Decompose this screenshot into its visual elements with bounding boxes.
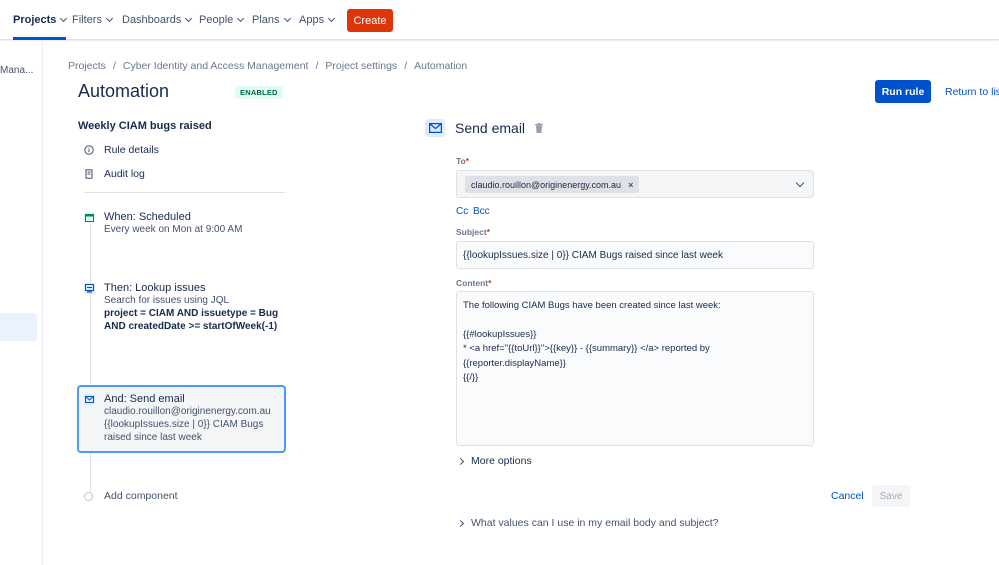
component-description: claudio.rouillon@originenergy.com.au: [104, 406, 271, 417]
breadcrumb-projects[interactable]: Projects: [68, 60, 106, 72]
nav-people[interactable]: People: [199, 0, 245, 40]
help-values-label: What values can I use in my email body a…: [471, 517, 719, 529]
project-sidebar: Mana...: [0, 41, 43, 565]
cc-link[interactable]: Cc: [456, 206, 468, 217]
breadcrumb-project[interactable]: Cyber Identity and Access Management: [123, 60, 309, 72]
remove-tag-icon[interactable]: ×: [628, 180, 633, 190]
info-icon: [84, 145, 94, 155]
nav-dashboards[interactable]: Dashboards: [122, 0, 193, 40]
component-description: Every week on Mon at 9:00 AM: [104, 224, 243, 235]
chevron-down-icon: [185, 14, 193, 23]
add-component-label: Add component: [104, 490, 178, 502]
send-email-title: Send email: [455, 120, 526, 136]
chevron-down-icon: [283, 14, 291, 23]
chevron-right-icon: [456, 519, 465, 527]
divider: [84, 192, 285, 193]
top-navigation: Projects Filters Dashboards People Plans…: [0, 0, 999, 40]
more-options-toggle[interactable]: More options: [456, 455, 532, 467]
lookup-icon: [84, 282, 95, 294]
rule-timeline: [90, 212, 91, 497]
sidebar-selected-item[interactable]: [0, 313, 37, 341]
content-label: Content*: [456, 278, 492, 288]
trigger-component[interactable]: When: Scheduled Every week on Mon at 9:0…: [84, 211, 284, 236]
rule-details-link[interactable]: Rule details: [84, 144, 159, 156]
nav-label: Dashboards: [122, 14, 182, 26]
document-icon: [84, 169, 94, 179]
nav-label: People: [199, 14, 234, 26]
sidebar-project-name[interactable]: Mana...: [0, 65, 33, 76]
nav-filters[interactable]: Filters: [72, 0, 113, 40]
more-options-label: More options: [471, 455, 532, 467]
subject-input[interactable]: {{lookupIssues.size | 0}} CIAM Bugs rais…: [456, 241, 814, 269]
create-button[interactable]: Create: [347, 9, 393, 32]
breadcrumb-separator: /: [404, 60, 408, 72]
status-badge: ENABLED: [235, 86, 283, 99]
action-send-email-component[interactable]: And: Send email claudio.rouillon@origine…: [84, 393, 284, 444]
to-label: To*: [456, 156, 470, 166]
chevron-down-icon: [237, 14, 245, 23]
nav-projects[interactable]: Projects: [13, 0, 68, 40]
rule-name: Weekly CIAM bugs raised: [78, 120, 212, 132]
add-component-dot-icon: [84, 491, 93, 501]
audit-log-label: Audit log: [104, 168, 145, 180]
chevron-right-icon: [456, 457, 465, 465]
content-textarea[interactable]: The following CIAM Bugs have been create…: [456, 291, 814, 446]
content-line: [463, 314, 807, 328]
breadcrumb-project-settings[interactable]: Project settings: [325, 60, 397, 72]
run-rule-button[interactable]: Run rule: [875, 80, 931, 103]
chevron-down-icon[interactable]: [795, 178, 805, 188]
calendar-icon: [84, 211, 95, 223]
component-title: When: Scheduled: [104, 211, 191, 223]
chevron-down-icon: [60, 14, 68, 23]
content-line: {{/}}: [463, 372, 479, 383]
nav-label: Filters: [72, 14, 102, 26]
breadcrumb: Projects / Cyber Identity and Access Mana…: [68, 60, 467, 72]
content-line: * <a href="{{toUrl}}">{{key}} - {{summar…: [463, 343, 710, 354]
component-title: And: Send email: [104, 393, 185, 405]
nav-plans[interactable]: Plans: [252, 0, 291, 40]
rule-details-label: Rule details: [104, 144, 159, 156]
to-field[interactable]: claudio.rouillon@originenergy.com.au ×: [456, 170, 814, 198]
nav-apps[interactable]: Apps: [299, 0, 336, 40]
cancel-button[interactable]: Cancel: [831, 490, 864, 502]
audit-log-link[interactable]: Audit log: [84, 168, 145, 180]
component-description: Search for issues using JQL: [104, 295, 230, 306]
save-button[interactable]: Save: [872, 485, 910, 507]
content-line: {{reporter.displayName}}: [463, 357, 566, 369]
email-icon: [425, 119, 445, 137]
help-values-toggle[interactable]: What values can I use in my email body a…: [456, 517, 719, 529]
return-to-list-link[interactable]: Return to list: [945, 86, 999, 98]
component-description-subject: {{lookupIssues.size | 0}} CIAM Bugs rais…: [104, 419, 264, 443]
recipient-tag[interactable]: claudio.rouillon@originenergy.com.au ×: [465, 176, 640, 193]
chevron-down-icon: [328, 14, 336, 23]
component-title: Then: Lookup issues: [104, 282, 206, 294]
bcc-link[interactable]: Bcc: [473, 206, 490, 217]
breadcrumb-separator: /: [112, 60, 116, 72]
recipient-email: claudio.rouillon@originenergy.com.au: [471, 179, 622, 190]
action-lookup-component[interactable]: Then: Lookup issues Search for issues us…: [84, 282, 284, 333]
page-title: Automation: [78, 81, 170, 101]
content-line: {{#lookupIssues}}: [463, 328, 537, 340]
chevron-down-icon: [105, 14, 113, 23]
subject-label: Subject*: [456, 227, 491, 237]
add-component-button[interactable]: Add component: [84, 490, 178, 502]
trash-icon[interactable]: [535, 123, 543, 133]
breadcrumb-automation[interactable]: Automation: [414, 60, 467, 72]
jql-query: project = CIAM AND issuetype = Bug AND c…: [104, 308, 279, 332]
nav-label: Projects: [13, 14, 57, 26]
content-line: The following CIAM Bugs have been create…: [463, 300, 721, 311]
breadcrumb-separator: /: [315, 60, 319, 72]
nav-label: Plans: [252, 14, 280, 26]
nav-label: Apps: [299, 14, 325, 26]
email-icon: [84, 393, 95, 405]
